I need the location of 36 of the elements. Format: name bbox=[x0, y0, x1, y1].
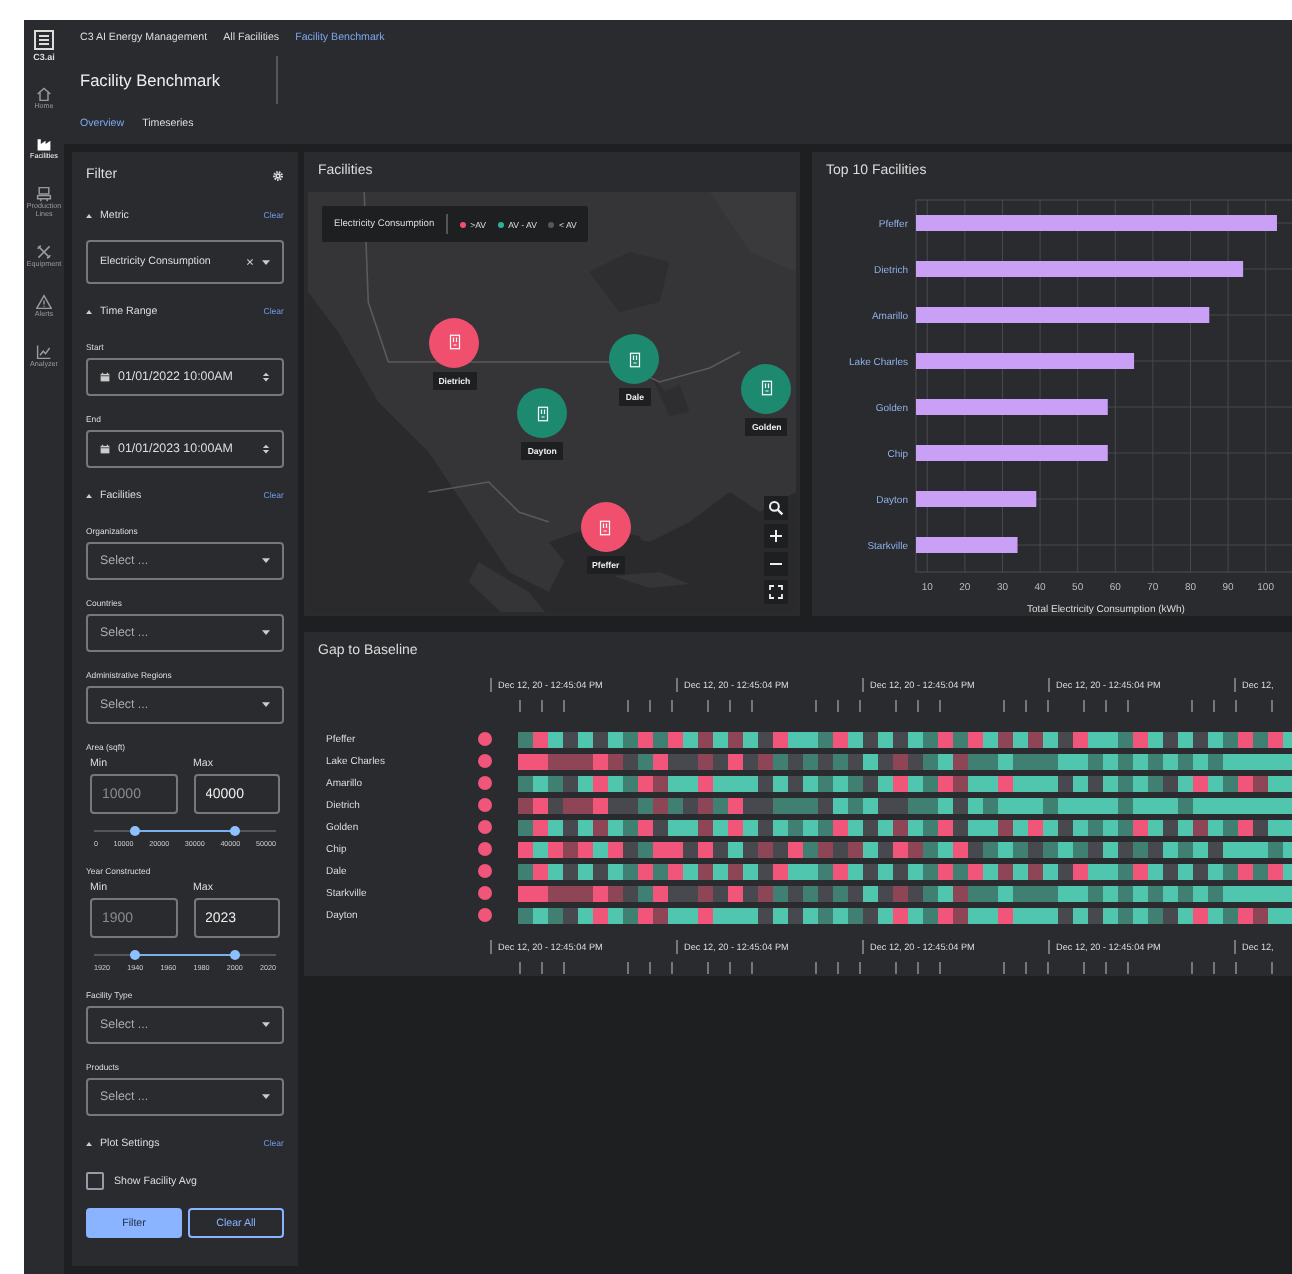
warning-icon bbox=[36, 293, 52, 310]
building-icon bbox=[760, 380, 773, 397]
settings-icon[interactable] bbox=[272, 169, 284, 181]
factory-icon bbox=[36, 135, 52, 152]
fullscreen-icon bbox=[768, 584, 784, 600]
zoom-out-button[interactable] bbox=[764, 552, 788, 576]
calendar-icon bbox=[100, 372, 110, 382]
spinner-icon[interactable] bbox=[262, 372, 270, 382]
clear-icon[interactable] bbox=[246, 258, 254, 266]
fullscreen-button[interactable] bbox=[764, 580, 788, 604]
caret-icon bbox=[262, 1022, 270, 1028]
caret-icon bbox=[262, 259, 270, 265]
zoom-search-button[interactable] bbox=[764, 496, 788, 520]
chart-icon bbox=[36, 343, 52, 360]
building-icon bbox=[448, 334, 461, 351]
slider-thumb[interactable] bbox=[129, 950, 140, 960]
zoom-in-button[interactable] bbox=[764, 524, 788, 548]
page-title: Facility Benchmark bbox=[80, 56, 279, 104]
machine-icon bbox=[36, 185, 52, 202]
caret-icon bbox=[262, 702, 270, 708]
logo-icon bbox=[33, 30, 54, 50]
plus-icon bbox=[768, 528, 784, 544]
caret-icon bbox=[262, 630, 270, 636]
search-icon bbox=[768, 500, 784, 516]
slider-thumb[interactable] bbox=[129, 826, 140, 836]
building-icon bbox=[599, 519, 612, 535]
tools-icon bbox=[36, 243, 52, 260]
slider-thumb[interactable] bbox=[230, 826, 241, 836]
home-icon bbox=[36, 86, 52, 102]
slider-thumb[interactable] bbox=[230, 950, 241, 960]
caret-icon bbox=[262, 1094, 270, 1100]
spinner-icon[interactable] bbox=[262, 444, 270, 454]
caret-icon bbox=[262, 558, 270, 564]
building-icon bbox=[536, 405, 549, 422]
building-icon bbox=[628, 351, 641, 367]
calendar-icon bbox=[100, 444, 110, 454]
